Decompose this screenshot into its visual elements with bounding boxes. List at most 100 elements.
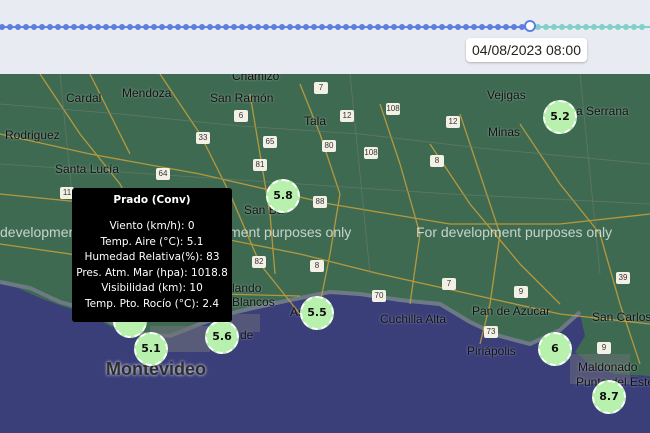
- slider-tick[interactable]: [167, 24, 173, 30]
- slider-tick[interactable]: [191, 24, 197, 30]
- slider-tick[interactable]: [287, 24, 293, 30]
- slider-tick[interactable]: [55, 24, 61, 30]
- slider-tick[interactable]: [247, 24, 253, 30]
- slider-tick[interactable]: [639, 24, 645, 30]
- station-marker[interactable]: 5.1: [134, 332, 168, 366]
- place-chamizo: Chamizo: [232, 74, 280, 83]
- slider-tick[interactable]: [239, 24, 245, 30]
- place-vejigas: Vejigas: [487, 88, 526, 102]
- station-marker[interactable]: 5.8: [266, 179, 300, 213]
- slider-tick[interactable]: [63, 24, 69, 30]
- slider-tick[interactable]: [463, 24, 469, 30]
- station-marker[interactable]: 8.7: [592, 380, 626, 414]
- slider-tick[interactable]: [447, 24, 453, 30]
- slider-tick[interactable]: [279, 24, 285, 30]
- slider-tick[interactable]: [135, 24, 141, 30]
- station-marker[interactable]: 5.6: [205, 320, 239, 354]
- slider-tick[interactable]: [159, 24, 165, 30]
- slider-tick[interactable]: [7, 24, 13, 30]
- slider-tick[interactable]: [599, 24, 605, 30]
- slider-tick[interactable]: [151, 24, 157, 30]
- slider-tick[interactable]: [263, 24, 269, 30]
- slider-tick[interactable]: [79, 24, 85, 30]
- slider-tick[interactable]: [351, 24, 357, 30]
- place-de: de: [240, 328, 254, 342]
- slider-tick[interactable]: [399, 24, 405, 30]
- slider-tick[interactable]: [215, 24, 221, 30]
- slider-tick[interactable]: [271, 24, 277, 30]
- slider-tick[interactable]: [503, 24, 509, 30]
- slider-tick[interactable]: [199, 24, 205, 30]
- slider-tick[interactable]: [359, 24, 365, 30]
- slider-tick[interactable]: [15, 24, 21, 30]
- slider-tick[interactable]: [607, 24, 613, 30]
- slider-tick[interactable]: [623, 24, 629, 30]
- slider-tick[interactable]: [431, 24, 437, 30]
- slider-tick[interactable]: [119, 24, 125, 30]
- slider-tick[interactable]: [183, 24, 189, 30]
- slider-tick[interactable]: [335, 24, 341, 30]
- station-marker[interactable]: 5.2: [543, 100, 577, 134]
- slider-tick[interactable]: [423, 24, 429, 30]
- slider-handle[interactable]: [524, 20, 536, 32]
- slider-tick[interactable]: [487, 24, 493, 30]
- slider-tick[interactable]: [295, 24, 301, 30]
- slider-tick[interactable]: [375, 24, 381, 30]
- tooltip-pressure: Pres. Atm. Mar (hpa): 1018.8: [76, 266, 228, 279]
- route-shield: 70: [372, 290, 386, 302]
- slider-tick[interactable]: [567, 24, 573, 30]
- slider-tick[interactable]: [591, 24, 597, 30]
- slider-tick[interactable]: [231, 24, 237, 30]
- slider-tick[interactable]: [175, 24, 181, 30]
- slider-tick[interactable]: [319, 24, 325, 30]
- slider-tick[interactable]: [471, 24, 477, 30]
- slider-tick[interactable]: [615, 24, 621, 30]
- slider-tick[interactable]: [479, 24, 485, 30]
- slider-tick[interactable]: [415, 24, 421, 30]
- time-slider[interactable]: [0, 20, 650, 32]
- slider-tick[interactable]: [39, 24, 45, 30]
- slider-tick[interactable]: [87, 24, 93, 30]
- slider-tick[interactable]: [111, 24, 117, 30]
- slider-tick[interactable]: [207, 24, 213, 30]
- route-shield: 80: [322, 140, 336, 152]
- slider-tick[interactable]: [327, 24, 333, 30]
- slider-tick[interactable]: [343, 24, 349, 30]
- slider-tick[interactable]: [311, 24, 317, 30]
- route-shield: 88: [313, 196, 327, 208]
- slider-tick[interactable]: [631, 24, 637, 30]
- slider-tick[interactable]: [367, 24, 373, 30]
- place-mendoza: Mendoza: [122, 86, 172, 100]
- slider-tick[interactable]: [0, 24, 5, 30]
- slider-tick[interactable]: [583, 24, 589, 30]
- slider-tick[interactable]: [127, 24, 133, 30]
- slider-tick[interactable]: [71, 24, 77, 30]
- slider-tick[interactable]: [511, 24, 517, 30]
- slider-tick[interactable]: [303, 24, 309, 30]
- slider-tick[interactable]: [23, 24, 29, 30]
- slider-tick[interactable]: [495, 24, 501, 30]
- route-shield: 8: [430, 155, 444, 167]
- slider-tick[interactable]: [551, 24, 557, 30]
- slider-tick[interactable]: [575, 24, 581, 30]
- slider-tick[interactable]: [223, 24, 229, 30]
- slider-tick[interactable]: [559, 24, 565, 30]
- slider-tick[interactable]: [455, 24, 461, 30]
- slider-tick[interactable]: [255, 24, 261, 30]
- slider-tick[interactable]: [143, 24, 149, 30]
- route-shield: 12: [446, 116, 460, 128]
- slider-tick[interactable]: [439, 24, 445, 30]
- slider-tick[interactable]: [543, 24, 549, 30]
- slider-tick[interactable]: [95, 24, 101, 30]
- place-serrana: a Serrana: [576, 104, 629, 118]
- slider-tick[interactable]: [103, 24, 109, 30]
- slider-tick[interactable]: [407, 24, 413, 30]
- station-marker[interactable]: 6: [538, 332, 572, 366]
- slider-tick[interactable]: [391, 24, 397, 30]
- slider-tick[interactable]: [383, 24, 389, 30]
- route-shield: 7: [314, 82, 328, 94]
- slider-tick[interactable]: [31, 24, 37, 30]
- slider-tick[interactable]: [47, 24, 53, 30]
- station-marker[interactable]: 5.5: [300, 296, 334, 330]
- route-shield: 9: [514, 286, 528, 298]
